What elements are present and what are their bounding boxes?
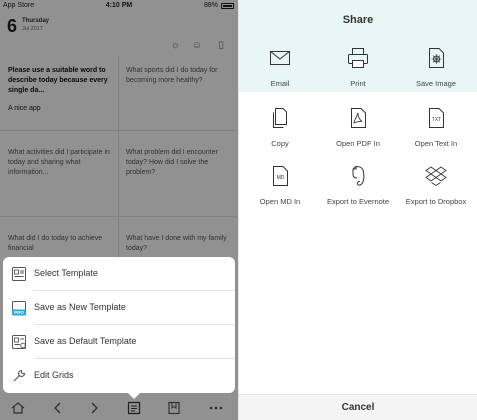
- option-label: Open MD In: [259, 197, 301, 206]
- txt-badge: TXT: [432, 117, 441, 123]
- share-screen: Share Email Print Save Image Copy Open P…: [239, 0, 477, 420]
- select-template-item[interactable]: Select Template: [3, 257, 235, 291]
- edit-grids-item[interactable]: Edit Grids: [3, 359, 235, 393]
- sheet-item-label: Select Template: [34, 268, 98, 278]
- share-dropbox-option[interactable]: Export to Dropbox: [399, 164, 473, 206]
- template-action-sheet: Select Template PRO Save as New Template…: [3, 257, 235, 393]
- pro-badge: PRO: [14, 310, 24, 315]
- option-label: Export to Evernote: [326, 197, 390, 206]
- pdf-icon: [351, 108, 366, 128]
- option-label: Email: [270, 79, 290, 88]
- share-open-pdf-option[interactable]: Open PDF In: [321, 106, 395, 148]
- md-file-icon: MD: [273, 166, 288, 186]
- save-new-template-item[interactable]: PRO Save as New Template: [3, 291, 235, 325]
- cancel-bar: Cancel: [239, 394, 477, 420]
- new-template-pro-icon: PRO: [12, 301, 26, 316]
- default-template-icon: [12, 335, 26, 349]
- txt-file-icon: TXT: [429, 108, 444, 128]
- share-print-option[interactable]: Print: [321, 46, 395, 88]
- template-icon: [12, 267, 26, 281]
- dropbox-icon: [425, 166, 447, 187]
- sheet-pointer: [127, 392, 141, 399]
- sheet-item-label: Edit Grids: [34, 370, 74, 380]
- share-open-md-option[interactable]: MD Open MD In: [243, 164, 317, 206]
- share-email-option[interactable]: Email: [243, 46, 317, 88]
- diary-screen: App Store 4:10 PM 88% 6 Thursday Jul 201…: [0, 0, 238, 420]
- cancel-button[interactable]: Cancel: [239, 402, 477, 413]
- copy-icon: [273, 108, 287, 128]
- option-label: Export to Dropbox: [405, 197, 467, 206]
- share-evernote-option[interactable]: Export to Evernote: [321, 164, 395, 206]
- evernote-icon: [352, 165, 365, 186]
- save-default-template-item[interactable]: Save as Default Template: [3, 325, 235, 359]
- share-save-image-option[interactable]: Save Image: [399, 46, 473, 88]
- option-label: Open PDF In: [336, 139, 380, 148]
- wrench-icon: [13, 369, 26, 382]
- share-copy-option[interactable]: Copy: [243, 106, 317, 148]
- share-title: Share: [342, 14, 374, 26]
- option-label: Print: [350, 79, 366, 88]
- option-label: Copy: [271, 139, 289, 148]
- share-open-text-option[interactable]: TXT Open Text In: [399, 106, 473, 148]
- sheet-item-label: Save as New Template: [34, 302, 126, 312]
- option-label: Save Image: [415, 79, 457, 88]
- image-icon: [429, 48, 444, 68]
- printer-icon: [348, 48, 368, 68]
- option-label: Open Text In: [414, 139, 458, 148]
- sheet-item-label: Save as Default Template: [34, 336, 137, 346]
- email-icon: [270, 51, 290, 65]
- md-badge: MD: [277, 175, 285, 181]
